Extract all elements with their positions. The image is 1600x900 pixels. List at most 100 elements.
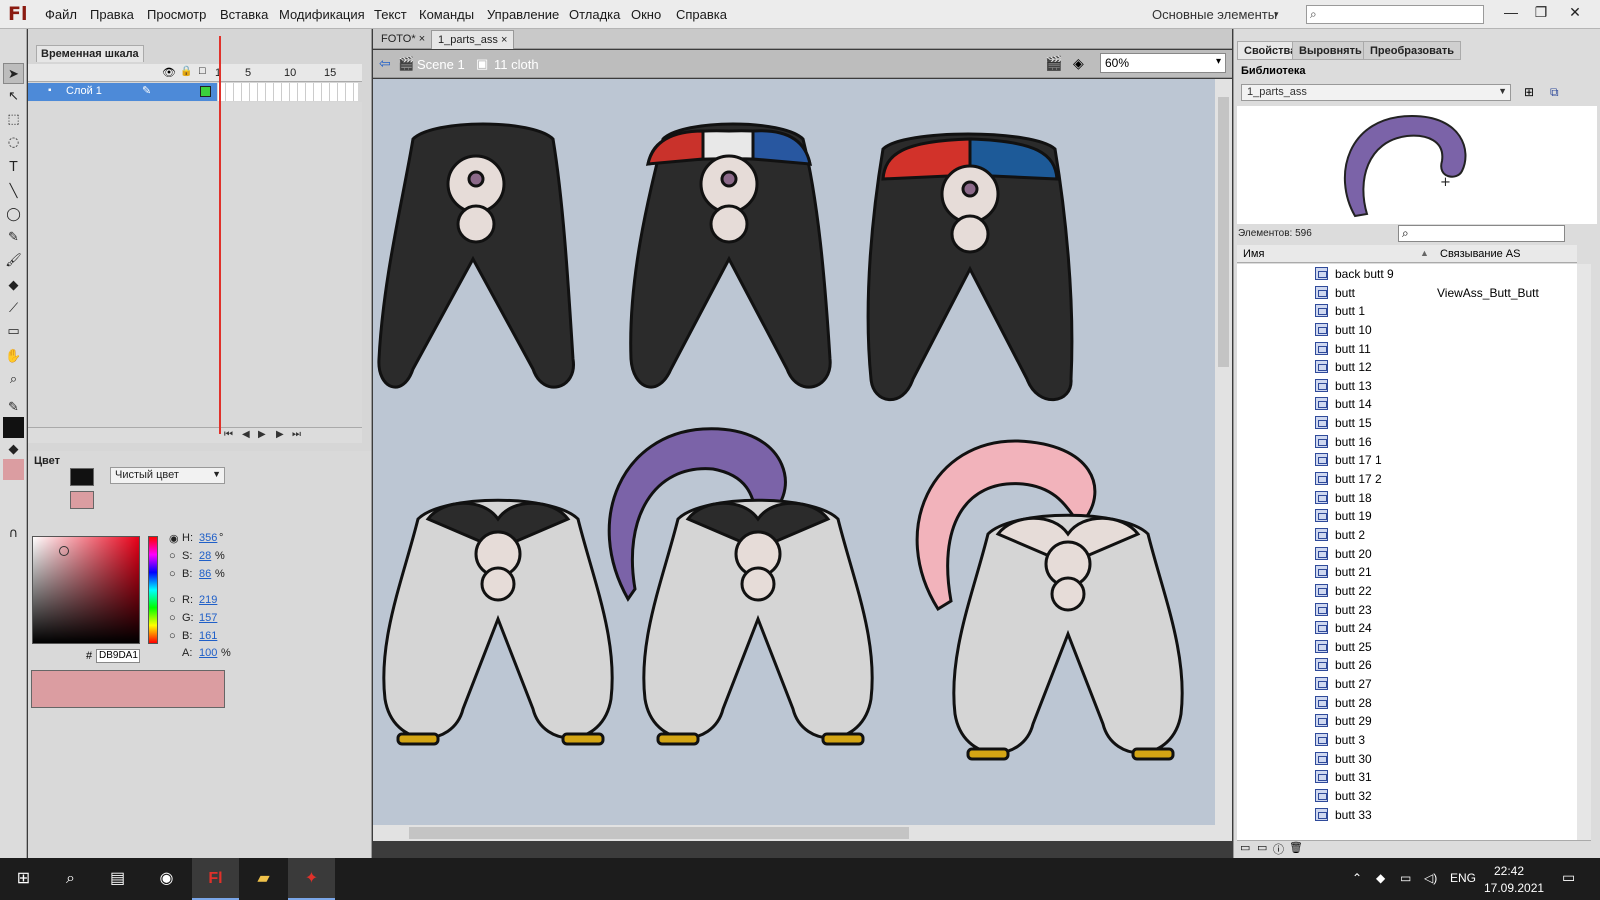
b-value[interactable]: 86 xyxy=(199,568,211,580)
library-item[interactable]: back butt 9 xyxy=(1237,264,1577,283)
breadcrumb-symbol[interactable]: 11 cloth xyxy=(494,57,539,72)
library-item[interactable]: butt 20 xyxy=(1237,544,1577,563)
line-tool-icon[interactable]: ╲ xyxy=(3,181,24,202)
lock-icon[interactable]: 🔒 xyxy=(180,66,192,77)
sort-icon[interactable]: ▲ xyxy=(1420,248,1429,258)
eye-icon[interactable]: 👁 xyxy=(162,66,176,79)
menu-control[interactable]: Управление xyxy=(487,7,559,22)
picker-cursor[interactable] xyxy=(59,546,69,556)
stage-horizontal-scrollbar[interactable] xyxy=(373,825,1232,841)
search-icon[interactable]: ⌕ xyxy=(47,858,94,900)
text-tool-icon[interactable]: T xyxy=(3,157,24,178)
language-indicator[interactable]: ENG xyxy=(1450,871,1476,885)
firefox-icon[interactable]: ◉ xyxy=(143,858,190,900)
edit-scene-icon[interactable]: 🎬 xyxy=(1045,55,1062,72)
next-frame-icon[interactable]: ▶ xyxy=(276,429,284,440)
properties-icon[interactable]: ⓘ xyxy=(1273,841,1284,857)
menu-window[interactable]: Окно xyxy=(631,7,661,22)
tab-transform[interactable]: Преобразовать xyxy=(1363,41,1462,60)
library-scrollbar[interactable] xyxy=(1577,264,1591,840)
eraser-tool-icon[interactable]: ▭ xyxy=(3,321,24,342)
layer-name[interactable]: Слой 1 xyxy=(66,85,102,97)
close-icon[interactable]: × xyxy=(501,34,507,46)
library-item[interactable]: butt 33 xyxy=(1237,805,1577,824)
snap-magnet-icon[interactable]: ∩ xyxy=(3,523,24,544)
paint-bucket-tool-icon[interactable]: ◆ xyxy=(3,275,24,296)
first-frame-icon[interactable]: ⏮ xyxy=(224,429,233,440)
fill-type-select[interactable]: Чистый цвет ▼ xyxy=(110,467,225,484)
lasso-tool-icon[interactable]: ◌ xyxy=(3,132,24,153)
free-transform-tool-icon[interactable]: ⬚ xyxy=(3,109,24,130)
library-item[interactable]: butt 15 xyxy=(1237,413,1577,432)
subselection-tool-icon[interactable]: ↖ xyxy=(3,86,24,107)
library-item[interactable]: butt 27 xyxy=(1237,674,1577,693)
stage[interactable] xyxy=(373,79,1215,825)
menu-insert[interactable]: Вставка xyxy=(220,7,268,22)
tab-foto[interactable]: FOTO* × xyxy=(375,30,431,49)
h-value[interactable]: 356 xyxy=(199,532,217,544)
h-radio[interactable]: ◉ xyxy=(169,532,179,545)
library-item[interactable]: butt 10 xyxy=(1237,320,1577,339)
column-name[interactable]: Имя xyxy=(1243,248,1264,260)
library-item[interactable]: butt 17 2 xyxy=(1237,469,1577,488)
library-item[interactable]: butt 2 xyxy=(1237,525,1577,544)
restore-button[interactable]: ❐ xyxy=(1526,2,1556,24)
menu-edit[interactable]: Правка xyxy=(90,7,134,22)
menu-view[interactable]: Просмотр xyxy=(147,7,206,22)
s-radio[interactable]: ○ xyxy=(169,550,176,562)
tab-1-parts-ass[interactable]: 1_parts_ass × xyxy=(431,30,515,49)
breadcrumb-scene[interactable]: Scene 1 xyxy=(417,57,465,72)
outline-icon[interactable]: □ xyxy=(199,65,206,77)
library-item[interactable]: butt 1 xyxy=(1237,301,1577,320)
layer-row[interactable]: ▪ Слой 1 ✎ xyxy=(28,83,217,101)
fill-color-icon[interactable]: ◆ xyxy=(3,439,24,460)
bl-radio[interactable]: ○ xyxy=(169,630,176,642)
menu-debug[interactable]: Отладка xyxy=(569,7,620,22)
hand-tool-icon[interactable]: ✋ xyxy=(3,346,24,367)
library-item[interactable]: butt 11 xyxy=(1237,339,1577,358)
back-arrow-icon[interactable]: ⇦ xyxy=(379,55,391,72)
scroll-thumb[interactable] xyxy=(1218,97,1229,367)
stroke-color-icon[interactable]: ✎ xyxy=(3,397,24,418)
delete-icon[interactable]: 🗑 xyxy=(1289,841,1303,854)
flash-icon[interactable]: Fl xyxy=(192,858,239,900)
library-item[interactable]: butt 3 xyxy=(1237,730,1577,749)
r-value[interactable]: 219 xyxy=(199,594,217,606)
menu-file[interactable]: Файл xyxy=(45,7,77,22)
pencil-tool-icon[interactable]: ✎ xyxy=(3,227,24,248)
fill-swatch[interactable] xyxy=(70,491,94,509)
library-item[interactable]: butt 23 xyxy=(1237,600,1577,619)
zoom-tool-icon[interactable]: ⌕ xyxy=(3,369,24,390)
library-title[interactable]: Библиотека xyxy=(1241,65,1306,77)
library-item[interactable]: butt 29 xyxy=(1237,711,1577,730)
edit-symbol-icon[interactable]: ◈ xyxy=(1073,55,1084,72)
stroke-color-swatch[interactable] xyxy=(3,417,24,438)
stage-vertical-scrollbar[interactable] xyxy=(1215,79,1232,825)
library-item[interactable]: butt 14 xyxy=(1237,394,1577,413)
g-radio[interactable]: ○ xyxy=(169,612,176,624)
dropbox-icon[interactable]: ◆ xyxy=(1376,871,1385,885)
play-icon[interactable]: ▶ xyxy=(258,429,266,440)
library-item[interactable]: butt ViewAss_Butt_Butt xyxy=(1237,283,1577,302)
new-symbol-icon[interactable]: ▭ xyxy=(1257,841,1267,854)
library-item[interactable]: butt 12 xyxy=(1237,357,1577,376)
tray-chevron-icon[interactable]: ⌃ xyxy=(1352,871,1362,885)
library-item[interactable]: butt 26 xyxy=(1237,655,1577,674)
column-linkage[interactable]: Связывание AS xyxy=(1440,248,1520,260)
eyedropper-tool-icon[interactable]: ⟋ xyxy=(3,298,24,319)
network-icon[interactable]: ▭ xyxy=(1400,871,1411,885)
notification-icon[interactable]: ▭ xyxy=(1562,869,1575,886)
windows-start-icon[interactable]: ⊞ xyxy=(0,858,47,900)
r-radio[interactable]: ○ xyxy=(169,594,176,606)
library-item[interactable]: butt 13 xyxy=(1237,376,1577,395)
app-icon[interactable]: ✦ xyxy=(288,858,335,900)
chevron-down-icon[interactable]: ▾ xyxy=(1274,9,1279,20)
library-item[interactable]: butt 30 xyxy=(1237,749,1577,768)
last-frame-icon[interactable]: ⏭ xyxy=(292,429,301,440)
library-file-select[interactable]: 1_parts_ass ▼ xyxy=(1241,84,1511,101)
playhead[interactable] xyxy=(219,36,221,434)
scroll-thumb[interactable] xyxy=(409,827,909,839)
library-item[interactable]: butt 28 xyxy=(1237,693,1577,712)
menu-text[interactable]: Текст xyxy=(374,7,407,22)
folder-icon[interactable]: ▰ xyxy=(240,858,287,900)
